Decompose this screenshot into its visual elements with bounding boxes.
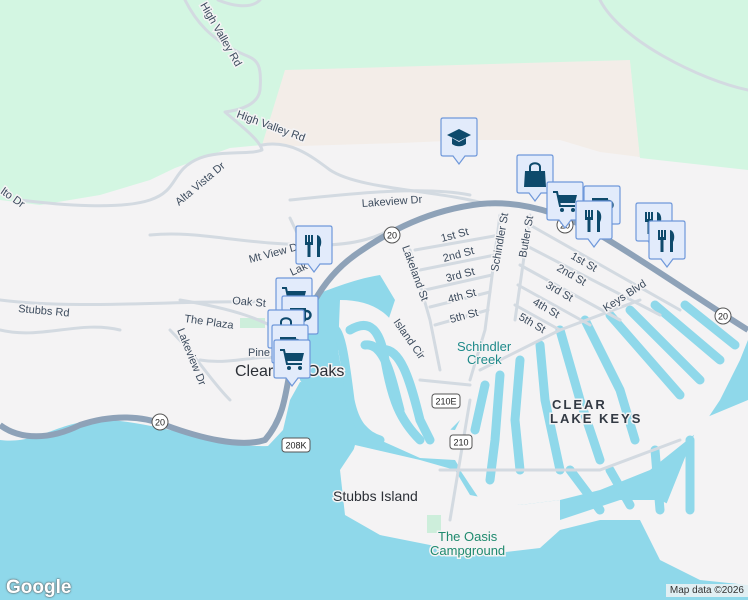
route-shield-20: 20 — [151, 413, 169, 431]
shield-label: 210 — [453, 438, 468, 448]
route-shield-20: 20 — [714, 307, 732, 325]
town-park — [240, 318, 265, 328]
shield-label: 20 — [387, 231, 397, 241]
google-logo[interactable]: Google — [6, 577, 71, 599]
shield-label: 20 — [155, 418, 165, 428]
creek-label: Creek — [467, 352, 502, 367]
route-shield-210: 210 — [449, 434, 473, 450]
shield-label: 210E — [435, 397, 456, 407]
street-label: Pine — [248, 347, 270, 359]
route-shield-20: 20 — [383, 226, 401, 244]
route-shield-210e: 210E — [431, 393, 461, 409]
district-label: CLEAR — [552, 397, 607, 412]
campground-label: Campground — [430, 543, 505, 558]
district-label: LAKE KEYS — [550, 411, 642, 426]
shield-label: 20 — [718, 312, 728, 322]
map-attribution: Map data ©2026 — [665, 584, 748, 597]
campground-label: The Oasis — [438, 529, 498, 544]
map-canvas[interactable]: 20 20 20 20 210E 210 208K High Valley Rd… — [0, 0, 748, 600]
island-label: Stubbs Island — [333, 488, 418, 504]
route-shield-208k: 208K — [281, 437, 311, 453]
shield-label: 208K — [285, 441, 306, 451]
